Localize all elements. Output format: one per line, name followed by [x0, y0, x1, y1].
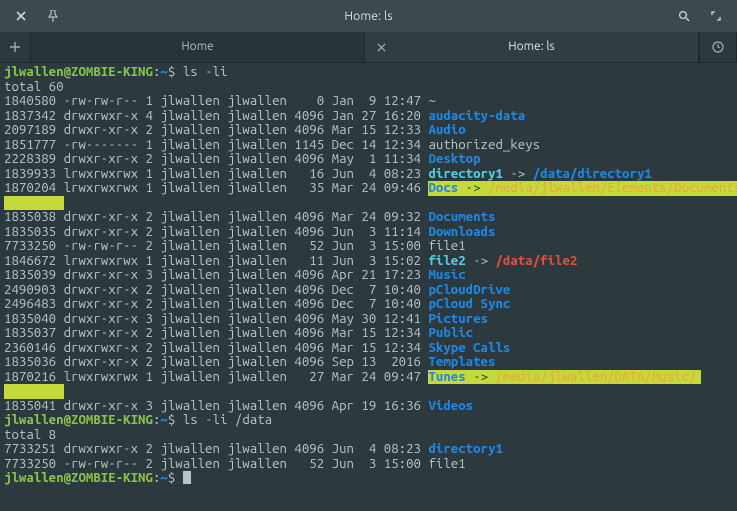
window-title: Home: ls — [70, 9, 667, 24]
terminal-window: Home: ls Home Home: ls jlwallen@ZOMBIE-K… — [0, 0, 737, 511]
pin-window-icon[interactable] — [38, 3, 68, 29]
close-tab-icon[interactable] — [373, 39, 389, 55]
tab-label: Home — [181, 40, 213, 55]
new-tab-button[interactable] — [0, 32, 31, 62]
maximize-icon[interactable] — [701, 3, 731, 29]
search-icon[interactable] — [669, 3, 699, 29]
tab-label: Home: ls — [508, 40, 554, 55]
tab-home[interactable]: Home — [31, 32, 365, 62]
tabbar: Home Home: ls — [0, 32, 737, 63]
terminal-output[interactable]: jlwallen@ZOMBIE-KING:~$ ls -litotal 6018… — [0, 63, 737, 492]
cursor — [183, 471, 191, 484]
tab-home-ls[interactable]: Home: ls — [365, 32, 699, 62]
close-window-icon[interactable] — [6, 3, 36, 29]
history-icon[interactable] — [699, 32, 737, 62]
titlebar: Home: ls — [0, 0, 737, 32]
